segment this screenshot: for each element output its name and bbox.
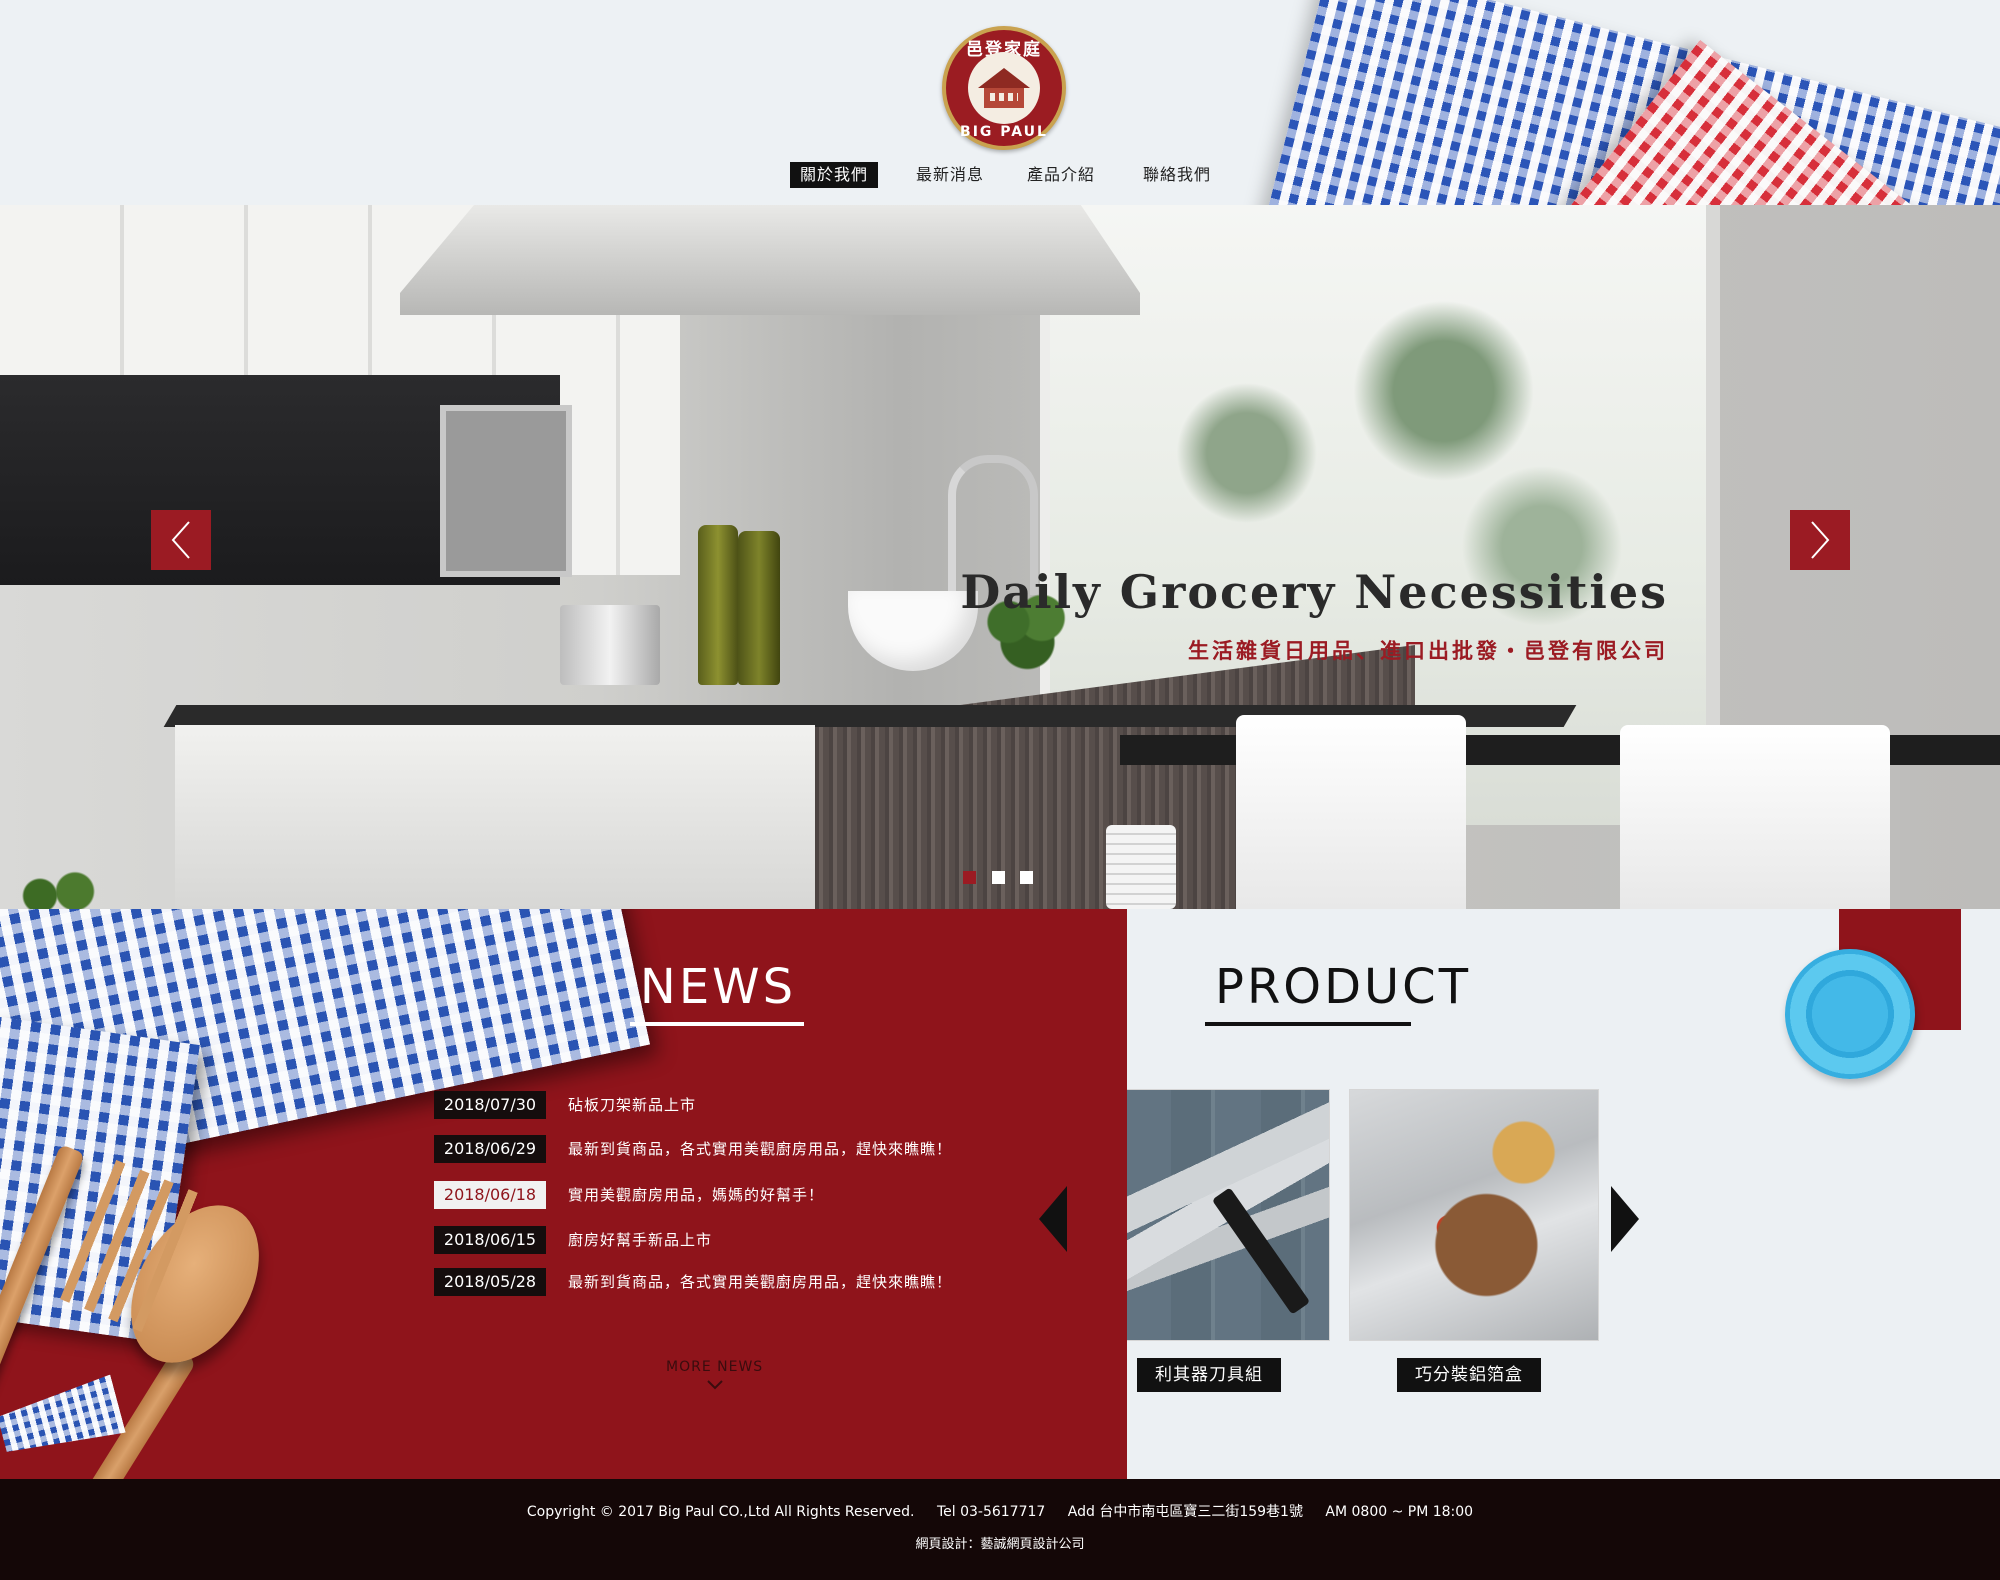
slider-next-button[interactable]: [1790, 510, 1850, 570]
chevron-down-icon[interactable]: [706, 1379, 724, 1391]
news-item[interactable]: 2018/06/18 實用美觀廚房用品，媽媽的好幫手！: [434, 1181, 1034, 1209]
product-prev-arrow-icon[interactable]: [1039, 1186, 1067, 1252]
news-date: 2018/05/28: [434, 1268, 546, 1296]
news-headline[interactable]: 廚房好幫手新品上市: [568, 1226, 712, 1254]
news-date: 2018/07/30: [434, 1091, 546, 1119]
ribbon-decoration: [0, 1374, 126, 1463]
news-headline[interactable]: 最新到貨商品，各式實用美觀廚房用品，趕快來瞧瞧！: [568, 1268, 952, 1296]
news-item[interactable]: 2018/06/15 廚房好幫手新品上市: [434, 1226, 1034, 1254]
more-news-link[interactable]: MORE NEWS: [666, 1359, 763, 1375]
nav-item-contact[interactable]: 聯絡我們: [1133, 162, 1221, 188]
house-icon: [978, 68, 1030, 88]
footer-address: Add 台中市南屯區寶三二街159巷1號: [1067, 1504, 1303, 1520]
site-logo[interactable]: 邑登家庭 BIG PAUL: [942, 26, 1066, 150]
logo-english-text: BIG PAUL: [960, 124, 1048, 140]
site-header: 邑登家庭 BIG PAUL 關於我們 最新消息 產品介紹 聯絡我們: [0, 0, 2000, 205]
product-title-underline: [1205, 1022, 1411, 1026]
logo-house-emblem: [968, 52, 1040, 124]
footer-copyright: Copyright © 2017 Big Paul CO.,Ltd All Ri…: [526, 1504, 915, 1520]
product-section: PRODUCT 利其器刀具組 巧分裝鋁箔盒: [1127, 909, 2000, 1479]
chevron-left-icon: [171, 521, 190, 559]
news-headline[interactable]: 最新到貨商品，各式實用美觀廚房用品，趕快來瞧瞧！: [568, 1135, 952, 1163]
news-title-underline: [630, 1022, 804, 1026]
product-title: PRODUCT: [1215, 959, 1472, 1015]
product-image-knife-set[interactable]: [1127, 1089, 1330, 1341]
product-label[interactable]: 利其器刀具組: [1137, 1358, 1281, 1392]
news-item[interactable]: 2018/05/28 最新到貨商品，各式實用美觀廚房用品，趕快來瞧瞧！: [434, 1268, 1034, 1296]
slider-dot-1[interactable]: [963, 871, 976, 884]
hero-subtitle: 生活雜貨日用品、進口出批發・邑登有限公司: [1188, 638, 1668, 663]
nav-item-about[interactable]: 關於我們: [790, 162, 879, 188]
main-nav: 關於我們 最新消息 產品介紹 聯絡我們: [0, 162, 2000, 188]
news-headline[interactable]: 砧板刀架新品上市: [568, 1091, 696, 1119]
hero-title: Daily Grocery Necessities: [960, 565, 1668, 619]
footer-tel: Tel 03-5617717: [936, 1504, 1046, 1520]
news-item[interactable]: 2018/06/29 最新到貨商品，各式實用美觀廚房用品，趕快來瞧瞧！: [434, 1135, 1034, 1163]
footer-hours: AM 0800 ~ PM 18:00: [1325, 1504, 1474, 1520]
nav-item-news[interactable]: 最新消息: [906, 162, 994, 188]
nav-item-products[interactable]: 產品介紹: [1017, 162, 1105, 188]
chevron-right-icon: [1811, 521, 1830, 559]
news-section: NEWS 2018/07/30 砧板刀架新品上市 2018/06/29 最新到貨…: [0, 909, 1127, 1479]
news-headline[interactable]: 實用美觀廚房用品，媽媽的好幫手！: [568, 1181, 824, 1209]
site-footer: Copyright © 2017 Big Paul CO.,Ltd All Ri…: [0, 1479, 2000, 1580]
slider-dot-2[interactable]: [992, 871, 1005, 884]
news-date: 2018/06/29: [434, 1135, 546, 1163]
news-item[interactable]: 2018/07/30 砧板刀架新品上市: [434, 1091, 1034, 1119]
hero-slider: Daily Grocery Necessities 生活雜貨日用品、進口出批發・…: [0, 205, 2000, 909]
news-date: 2018/06/15: [434, 1226, 546, 1254]
product-next-arrow-icon[interactable]: [1611, 1186, 1639, 1252]
news-date: 2018/06/18: [434, 1181, 546, 1209]
product-label[interactable]: 巧分裝鋁箔盒: [1397, 1358, 1541, 1392]
slider-prev-button[interactable]: [151, 510, 211, 570]
slider-dot-3[interactable]: [1020, 871, 1033, 884]
news-title: NEWS: [639, 959, 797, 1015]
product-image-foil-trays[interactable]: [1349, 1089, 1599, 1341]
footer-info: Copyright © 2017 Big Paul CO.,Ltd All Ri…: [0, 1501, 2000, 1521]
blue-plate-decoration: [1785, 949, 1915, 1079]
footer-design-credit[interactable]: 網頁設計：藝誠網頁設計公司: [0, 1533, 2000, 1552]
